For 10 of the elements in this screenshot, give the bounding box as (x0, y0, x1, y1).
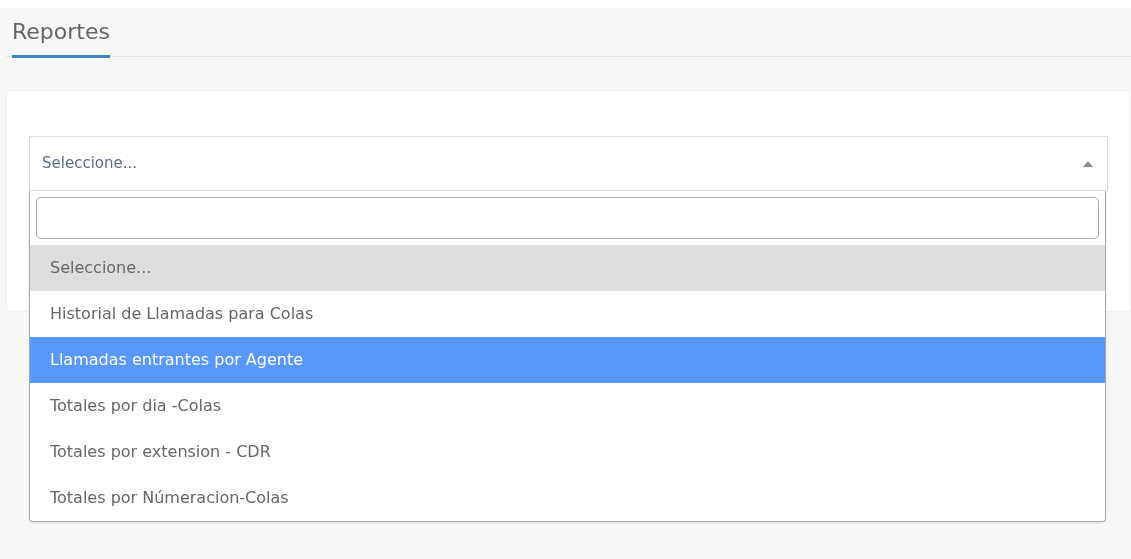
select-field[interactable]: Seleccione... (29, 136, 1108, 191)
dropdown-option[interactable]: Totales por Númeracion-Colas (30, 475, 1105, 521)
search-field[interactable] (36, 197, 1099, 239)
dropdown-option[interactable]: Totales por extension - CDR (30, 429, 1105, 475)
dropdown-option[interactable]: Totales por dia -Colas (30, 383, 1105, 429)
dropdown-option[interactable]: Historial de Llamadas para Colas (30, 291, 1105, 337)
dropdown-option[interactable]: Seleccione... (30, 245, 1105, 291)
caret-up-icon (1083, 160, 1093, 167)
select-value: Seleccione... (42, 153, 138, 175)
page-title: Reportes (12, 17, 110, 58)
